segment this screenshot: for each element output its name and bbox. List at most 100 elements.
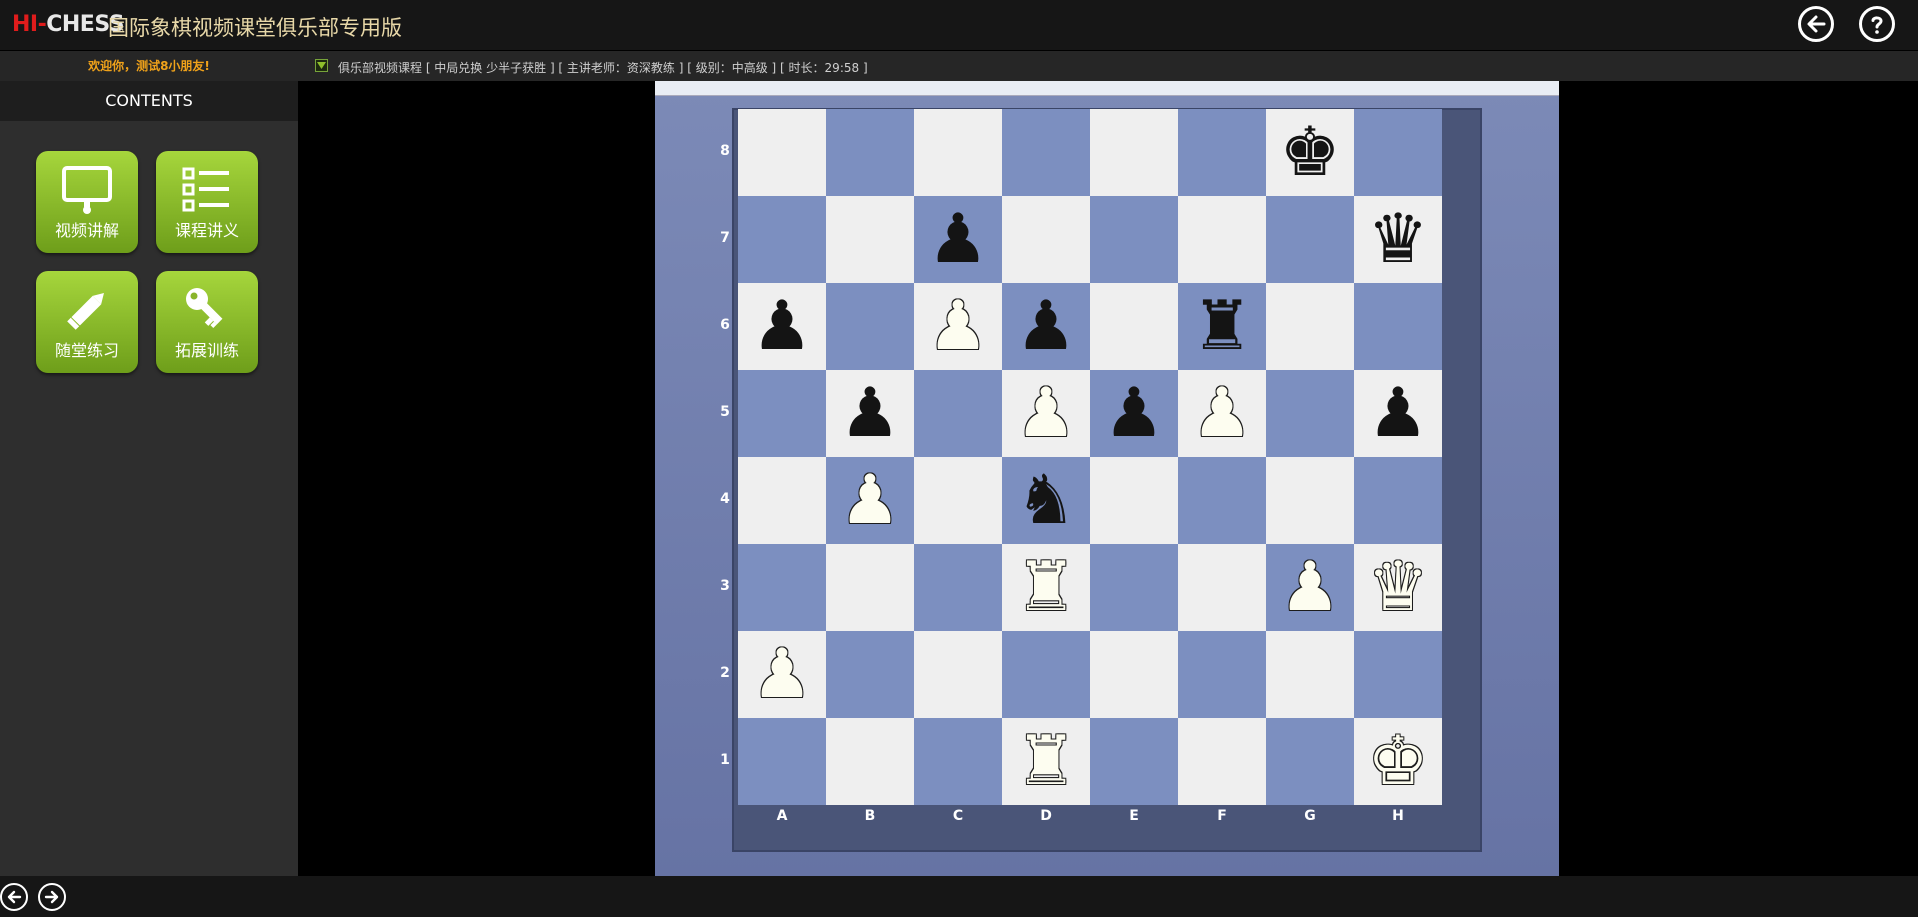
black-pawn-c7: ♟: [927, 199, 989, 279]
top-bar: HI-CHESS 国际象棋视频课堂俱乐部专用版: [0, 0, 1918, 50]
square-b7: [826, 196, 914, 283]
tile-course-notes[interactable]: 课程讲义: [156, 151, 258, 253]
square-e4: [1090, 457, 1178, 544]
app-title: 国际象棋视频课堂俱乐部专用版: [108, 16, 402, 40]
black-knight-d4: ♞: [1015, 460, 1077, 540]
rank-label: 6: [720, 317, 730, 333]
white-pawn-a2: ♟: [751, 634, 813, 714]
logo-hi: HI: [12, 12, 38, 37]
tile-label: 课程讲义: [174, 221, 239, 240]
file-label: B: [864, 808, 876, 824]
white-king-h1: ♚: [1367, 721, 1429, 801]
black-pawn-b5: ♟: [839, 373, 901, 453]
square-b6: [826, 283, 914, 370]
tile-video-lecture[interactable]: 视频讲解: [36, 151, 138, 253]
square-e8: [1090, 109, 1178, 196]
square-b3: [826, 544, 914, 631]
file-label: F: [1217, 808, 1227, 824]
tile-class-exercise[interactable]: 随堂练习: [36, 271, 138, 373]
black-rook-f6: ♜: [1191, 286, 1253, 366]
help-icon: [1871, 16, 1883, 34]
file-label: H: [1392, 808, 1404, 824]
square-c2: [914, 631, 1002, 718]
square-c4: [914, 457, 1002, 544]
sidebar: 欢迎你，测试8小朋友! CONTENTS 视频讲解 课程讲义 随堂练习 拓展训练: [0, 51, 298, 876]
square-g2: [1266, 631, 1354, 718]
contents-header: CONTENTS: [0, 81, 298, 121]
square-b8: [826, 109, 914, 196]
back-button[interactable]: [1798, 6, 1834, 42]
white-pawn-d5: ♟: [1015, 373, 1077, 453]
white-rook-d3: ♜: [1015, 547, 1077, 627]
tile-label: 视频讲解: [54, 221, 119, 240]
square-a4: [738, 457, 826, 544]
square-g4: [1266, 457, 1354, 544]
square-f4: [1178, 457, 1266, 544]
square-e2: [1090, 631, 1178, 718]
black-pawn-h5: ♟: [1367, 373, 1429, 453]
white-pawn-f5: ♟: [1191, 373, 1253, 453]
square-b1: [826, 718, 914, 805]
square-d8: [1002, 109, 1090, 196]
file-label: E: [1129, 808, 1139, 824]
help-button[interactable]: [1859, 6, 1895, 42]
rank-label: 5: [720, 404, 730, 420]
square-h6: [1354, 283, 1442, 370]
pencil-icon: [60, 285, 114, 335]
square-h2: [1354, 631, 1442, 718]
list-icon: [180, 165, 234, 215]
square-b2: [826, 631, 914, 718]
tile-label: 随堂练习: [54, 341, 119, 360]
video-frame-top-strip: [655, 81, 1559, 96]
black-pawn-a6: ♟: [751, 286, 813, 366]
back-arrow-icon: [1807, 15, 1826, 33]
square-g7: [1266, 196, 1354, 283]
monitor-icon: [60, 165, 114, 215]
video-player[interactable]: 8 7 6 5 4 3 2 1 A B C D E F G H ♚ ♛ ♟ ♟ ♟ ♟ ♜ ♟ ♟ ♟ ♟ ♟ ♟ ♞ ♜ ♟ ♛ ♟ ♜ ♚: [298, 81, 1918, 877]
bottom-bar: [0, 876, 1918, 917]
square-c5: [914, 370, 1002, 457]
square-g5: [1266, 370, 1354, 457]
rank-label: 1: [720, 752, 730, 768]
black-queen-h7: ♛: [1367, 199, 1429, 279]
next-arrow-icon: [44, 890, 59, 904]
white-pawn-g3: ♟: [1279, 547, 1341, 627]
square-a1: [738, 718, 826, 805]
square-e6: [1090, 283, 1178, 370]
black-pawn-e5: ♟: [1103, 373, 1165, 453]
black-king-g8: ♚: [1279, 112, 1341, 192]
file-label: D: [1040, 808, 1052, 824]
white-queen-h3: ♛: [1367, 547, 1429, 627]
square-f1: [1178, 718, 1266, 805]
rank-label: 7: [720, 230, 730, 246]
square-c8: [914, 109, 1002, 196]
welcome-message: 欢迎你，测试8小朋友!: [0, 51, 298, 81]
key-icon: [180, 285, 234, 335]
square-f7: [1178, 196, 1266, 283]
square-f2: [1178, 631, 1266, 718]
video-frame: 8 7 6 5 4 3 2 1 A B C D E F G H ♚ ♛ ♟ ♟ ♟ ♟ ♜ ♟ ♟ ♟ ♟ ♟ ♟ ♞ ♜ ♟ ♛ ♟ ♜ ♚: [655, 81, 1559, 877]
course-info-bar: 俱乐部视频课程 [ 中局兑换 少半子获胜 ] [ 主讲老师：资深教练 ] [ 级…: [298, 51, 1918, 81]
square-f8: [1178, 109, 1266, 196]
square-c3: [914, 544, 1002, 631]
square-f3: [1178, 544, 1266, 631]
square-a5: [738, 370, 826, 457]
next-button[interactable]: [38, 883, 66, 911]
square-h8: [1354, 109, 1442, 196]
white-pawn-b4: ♟: [839, 460, 901, 540]
square-e1: [1090, 718, 1178, 805]
square-c1: [914, 718, 1002, 805]
prev-arrow-icon: [7, 890, 22, 904]
white-pawn-c6: ♟: [927, 286, 989, 366]
square-a8: [738, 109, 826, 196]
rank-label: 3: [720, 578, 730, 594]
tile-extended-training[interactable]: 拓展训练: [156, 271, 258, 373]
white-rook-d1: ♜: [1015, 721, 1077, 801]
file-label: G: [1304, 808, 1316, 824]
prev-button[interactable]: [0, 883, 28, 911]
triangle-down-icon: [317, 62, 326, 69]
course-dropdown-toggle[interactable]: [315, 59, 328, 72]
square-g6: [1266, 283, 1354, 370]
square-d7: [1002, 196, 1090, 283]
square-h4: [1354, 457, 1442, 544]
